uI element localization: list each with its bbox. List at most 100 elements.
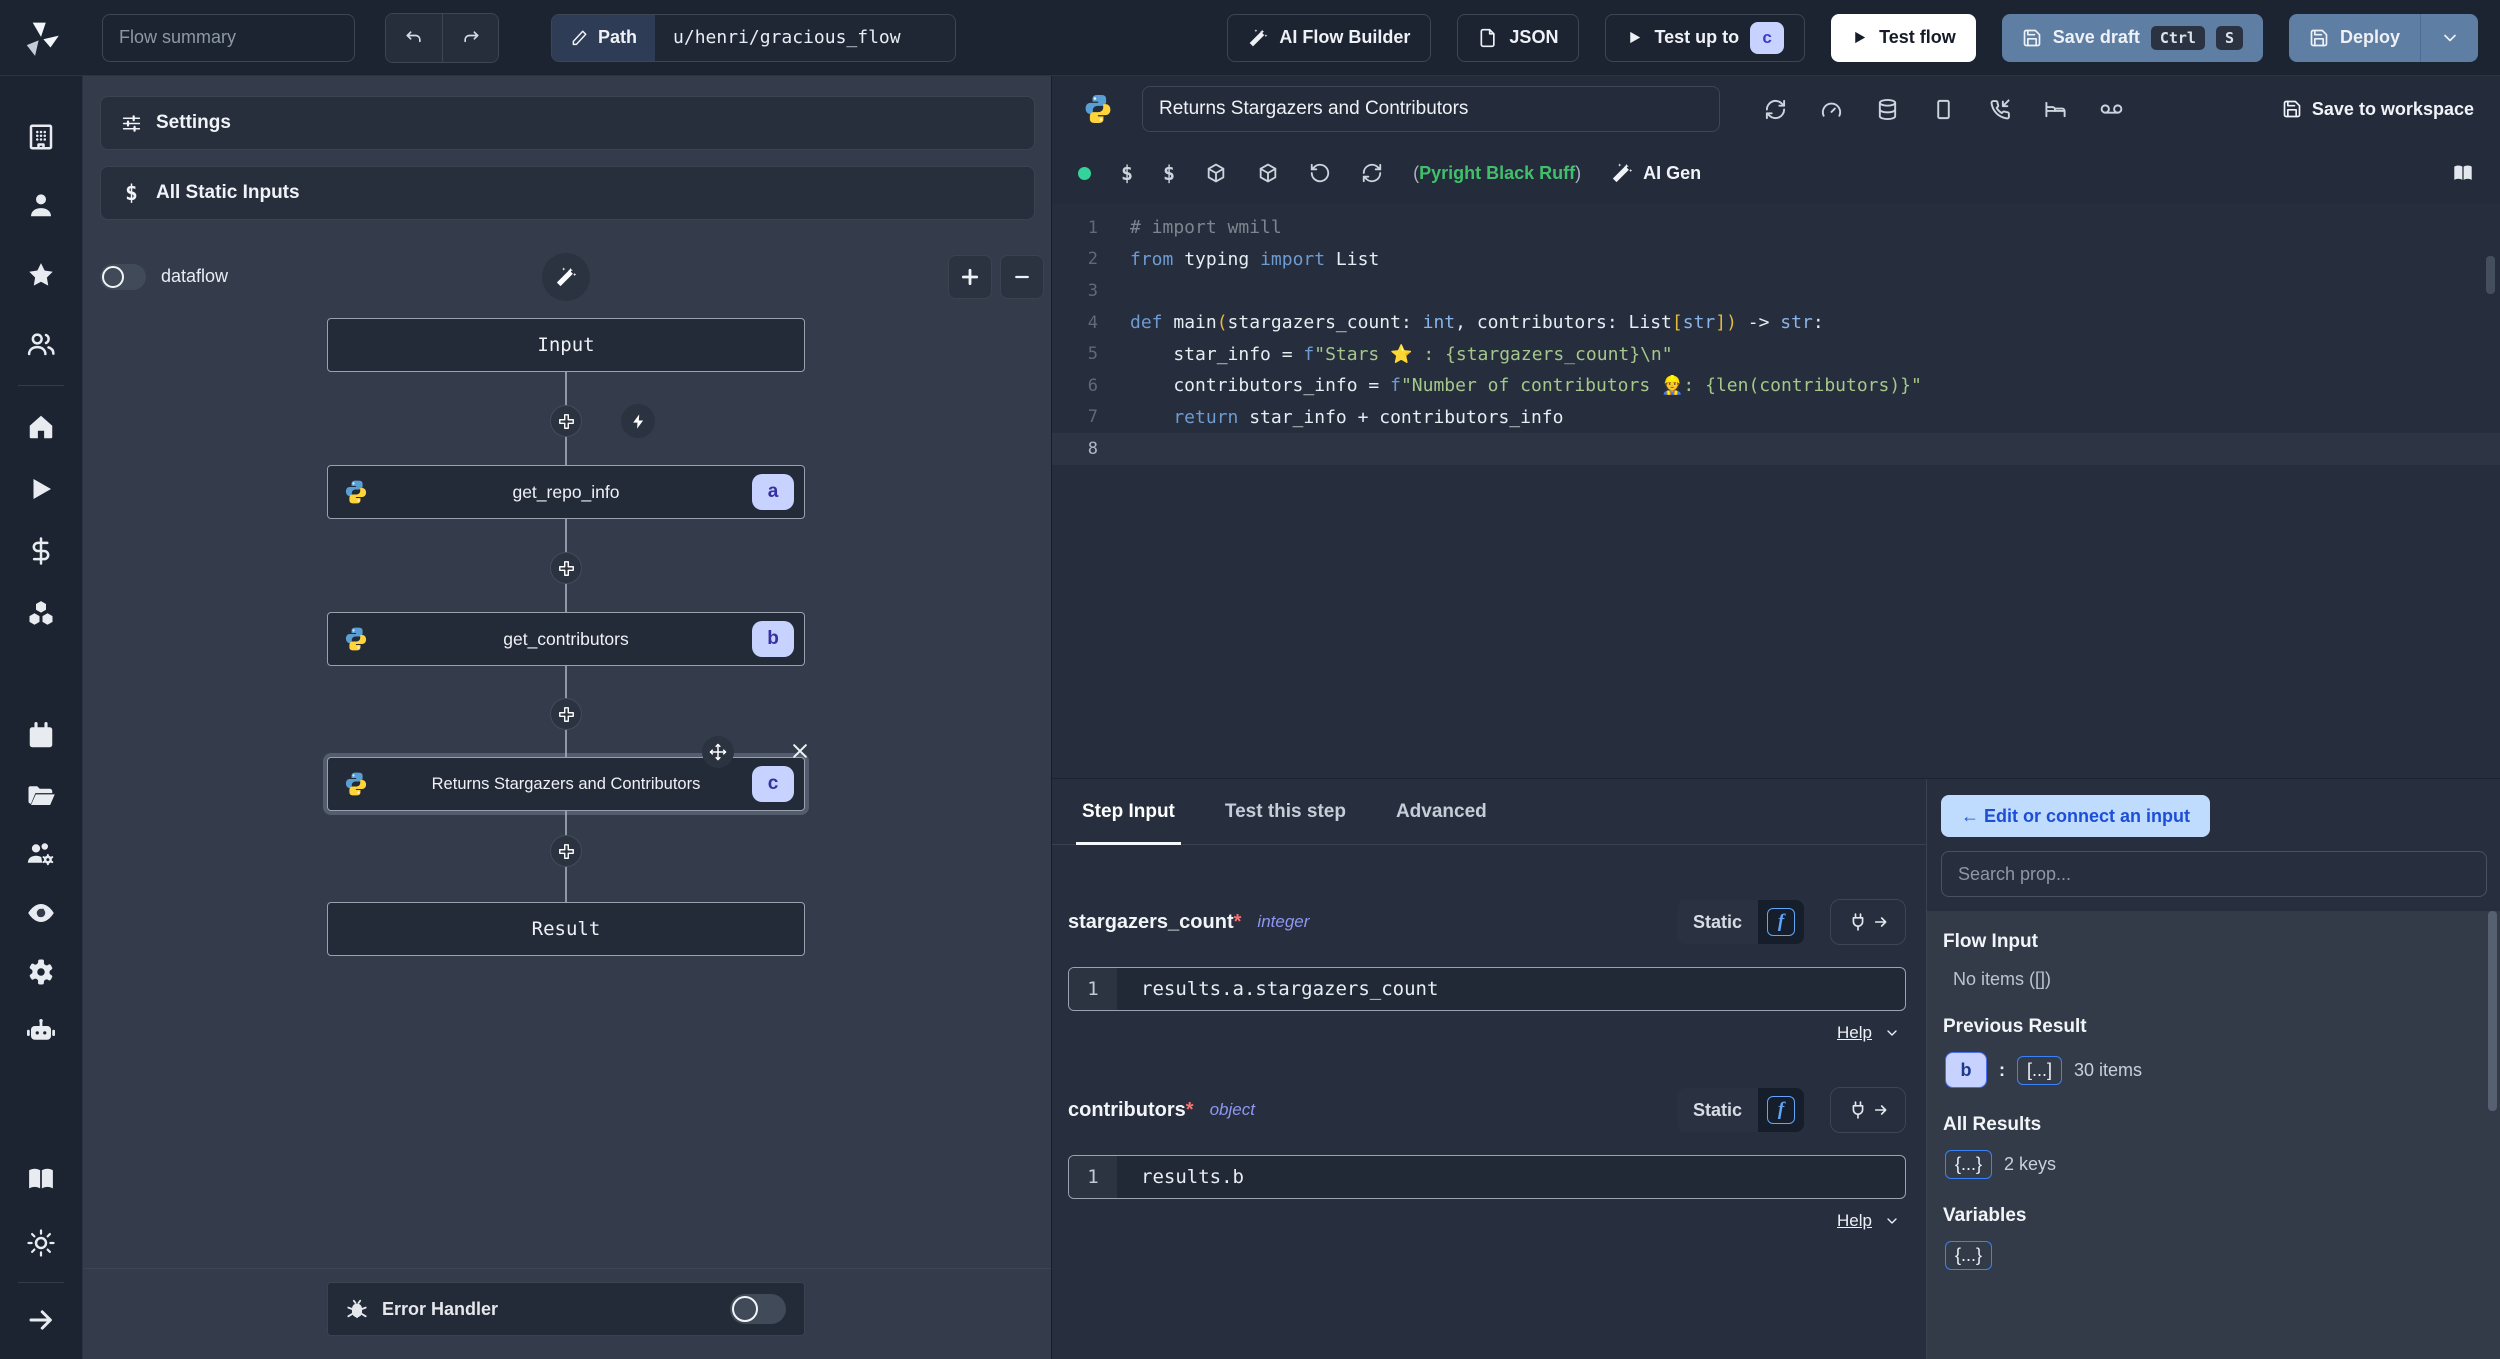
tab-step-input[interactable]: Step Input xyxy=(1076,779,1181,845)
step-node-b[interactable]: get_contributors b xyxy=(327,612,805,666)
concurrency-square-icon[interactable] xyxy=(1932,98,1955,121)
variables-dollar-icon[interactable] xyxy=(26,536,56,566)
schedules-calendar-icon[interactable] xyxy=(26,721,56,751)
error-handler-toggle[interactable] xyxy=(730,1294,786,1324)
reload-refresh-icon[interactable] xyxy=(1361,162,1383,184)
input-node[interactable]: Input xyxy=(327,318,805,372)
flow-settings-button[interactable]: Settings xyxy=(100,96,1035,150)
variables-object-chip[interactable]: {...} xyxy=(1945,1241,1993,1270)
test-up-to-button[interactable]: Test up to c xyxy=(1605,13,1806,62)
sleep-bed-icon[interactable] xyxy=(2044,98,2067,121)
test-flow-button[interactable]: Test flow xyxy=(1831,13,1976,62)
code-line[interactable]: 4 def main(stargazers_count: int, contrib… xyxy=(1052,307,2500,339)
result-node[interactable]: Result xyxy=(327,902,805,956)
prop-panel-scrollbar[interactable] xyxy=(2488,911,2497,1111)
reset-rotate-ccw-icon[interactable] xyxy=(1309,162,1331,184)
code-line[interactable]: 8 xyxy=(1052,433,2500,465)
save-to-workspace-button[interactable]: Save to workspace xyxy=(2282,99,2474,120)
tab-test-this-step[interactable]: Test this step xyxy=(1225,779,1346,844)
mock-voicemail-icon[interactable] xyxy=(2100,98,2123,121)
add-step-button[interactable] xyxy=(550,698,582,730)
save-draft-button[interactable]: Save draft Ctrl S xyxy=(2001,13,2263,62)
step-node-a[interactable]: get_repo_info a xyxy=(327,465,805,519)
runs-play-icon[interactable] xyxy=(26,474,56,504)
flow-summary-input[interactable] xyxy=(102,13,355,62)
early-return-phone-icon[interactable] xyxy=(1988,98,2011,121)
docs-book-icon[interactable] xyxy=(26,1164,56,1194)
theme-sun-icon[interactable] xyxy=(26,1228,56,1258)
line-number: 5 xyxy=(1087,344,1098,365)
step-title-input[interactable] xyxy=(1142,86,1720,132)
redo-button[interactable] xyxy=(442,13,498,62)
expand-sidebar-arrow-icon[interactable] xyxy=(26,1305,56,1335)
code-line[interactable]: 1 # import wmill xyxy=(1052,212,2500,244)
package-box-icon[interactable] xyxy=(1257,162,1279,184)
ai-flow-builder-button[interactable]: AI Flow Builder xyxy=(1227,13,1432,62)
tab-advanced[interactable]: Advanced xyxy=(1396,779,1487,844)
code-editor[interactable]: 1 # import wmill 2 from typing import List 3… xyxy=(1052,204,2500,778)
move-node-handle[interactable] xyxy=(702,736,734,768)
connect-input-button[interactable] xyxy=(1830,1087,1906,1133)
all-static-inputs-button[interactable]: $ All Static Inputs xyxy=(100,166,1035,220)
early-stop-gauge-icon[interactable] xyxy=(1820,98,1843,121)
json-button[interactable]: JSON xyxy=(1457,13,1580,62)
undo-button[interactable] xyxy=(386,13,442,62)
retries-refresh-icon[interactable] xyxy=(1764,98,1787,121)
search-prop-input[interactable] xyxy=(1941,851,2487,897)
zoom-in-button[interactable] xyxy=(948,255,992,299)
script-library-book-icon[interactable] xyxy=(2452,162,2474,184)
users-icon[interactable] xyxy=(26,329,56,359)
home-icon[interactable] xyxy=(26,412,56,442)
previous-result-array-chip[interactable]: [...] xyxy=(2017,1055,2063,1085)
previous-result-step-badge[interactable]: b xyxy=(1945,1052,1987,1088)
code-assistants-status[interactable]: (Pyright Black Ruff) xyxy=(1413,163,1581,184)
resources-boxes-icon[interactable] xyxy=(26,598,56,628)
help-link[interactable]: Help xyxy=(1837,1023,1872,1043)
all-results-object-chip[interactable]: {...} xyxy=(1945,1150,1993,1179)
settings-gear-icon[interactable] xyxy=(26,957,56,987)
user-icon[interactable] xyxy=(26,190,56,220)
code-line[interactable]: 3 xyxy=(1052,275,2500,307)
code-line[interactable]: 6 contributors_info = f"Number of contri… xyxy=(1052,370,2500,402)
add-step-button[interactable] xyxy=(550,405,582,437)
deploy-button[interactable]: Deploy xyxy=(2288,13,2420,62)
code-line[interactable]: 2 from typing import List xyxy=(1052,244,2500,276)
edit-or-connect-button[interactable]: ← Edit or connect an input xyxy=(1941,795,2210,837)
zoom-out-button[interactable] xyxy=(1000,255,1044,299)
error-handler-node[interactable]: Error Handler xyxy=(327,1282,805,1336)
static-fn-toggle[interactable]: Static f xyxy=(1676,1088,1804,1132)
variables-dollar-icon[interactable]: $ xyxy=(1121,161,1133,185)
trigger-bolt-button[interactable] xyxy=(621,404,655,438)
groups-users-cog-icon[interactable] xyxy=(26,839,56,869)
add-step-button[interactable] xyxy=(550,835,582,867)
resources-dollar-icon[interactable]: $ xyxy=(1163,161,1175,185)
ai-wand-button[interactable] xyxy=(542,253,590,301)
delete-node-button[interactable] xyxy=(790,741,812,763)
connect-input-button[interactable] xyxy=(1830,899,1906,945)
folders-icon[interactable] xyxy=(26,780,56,810)
static-fn-toggle[interactable]: Static f xyxy=(1676,900,1804,944)
help-link[interactable]: Help xyxy=(1837,1211,1872,1231)
add-step-button[interactable] xyxy=(550,552,582,584)
editor-scrollbar[interactable] xyxy=(2486,256,2495,294)
ai-gen-button[interactable]: AI Gen xyxy=(1611,162,1701,184)
dataflow-toggle[interactable] xyxy=(100,264,146,290)
deploy-group: Deploy xyxy=(2288,13,2478,62)
path-input[interactable] xyxy=(655,14,956,61)
deploy-dropdown-button[interactable] xyxy=(2420,13,2478,62)
step-node-c-selected[interactable]: Returns Stargazers and Contributors c xyxy=(327,757,805,811)
ai-bot-icon[interactable] xyxy=(26,1016,56,1046)
favorites-star-icon[interactable] xyxy=(26,260,56,290)
cache-database-icon[interactable] xyxy=(1876,98,1899,121)
code-line[interactable]: 7 return star_info + contributors_info xyxy=(1052,402,2500,434)
expr-editor-stargazers[interactable]: 1 results.a.stargazers_count xyxy=(1068,967,1906,1011)
chevron-down-icon[interactable] xyxy=(1884,1025,1900,1041)
package-box-icon[interactable] xyxy=(1205,162,1227,184)
expr-editor-contributors[interactable]: 1 results.b xyxy=(1068,1155,1906,1199)
code-line[interactable]: 5 star_info = f"Stars ⭐ : {stargazers_co… xyxy=(1052,338,2500,370)
chevron-down-icon[interactable] xyxy=(1884,1213,1900,1229)
audit-logs-eye-icon[interactable] xyxy=(26,898,56,928)
path-label[interactable]: Path xyxy=(552,14,656,61)
all-results-heading: All Results xyxy=(1943,1114,2042,1135)
workspace-icon[interactable] xyxy=(26,122,56,152)
